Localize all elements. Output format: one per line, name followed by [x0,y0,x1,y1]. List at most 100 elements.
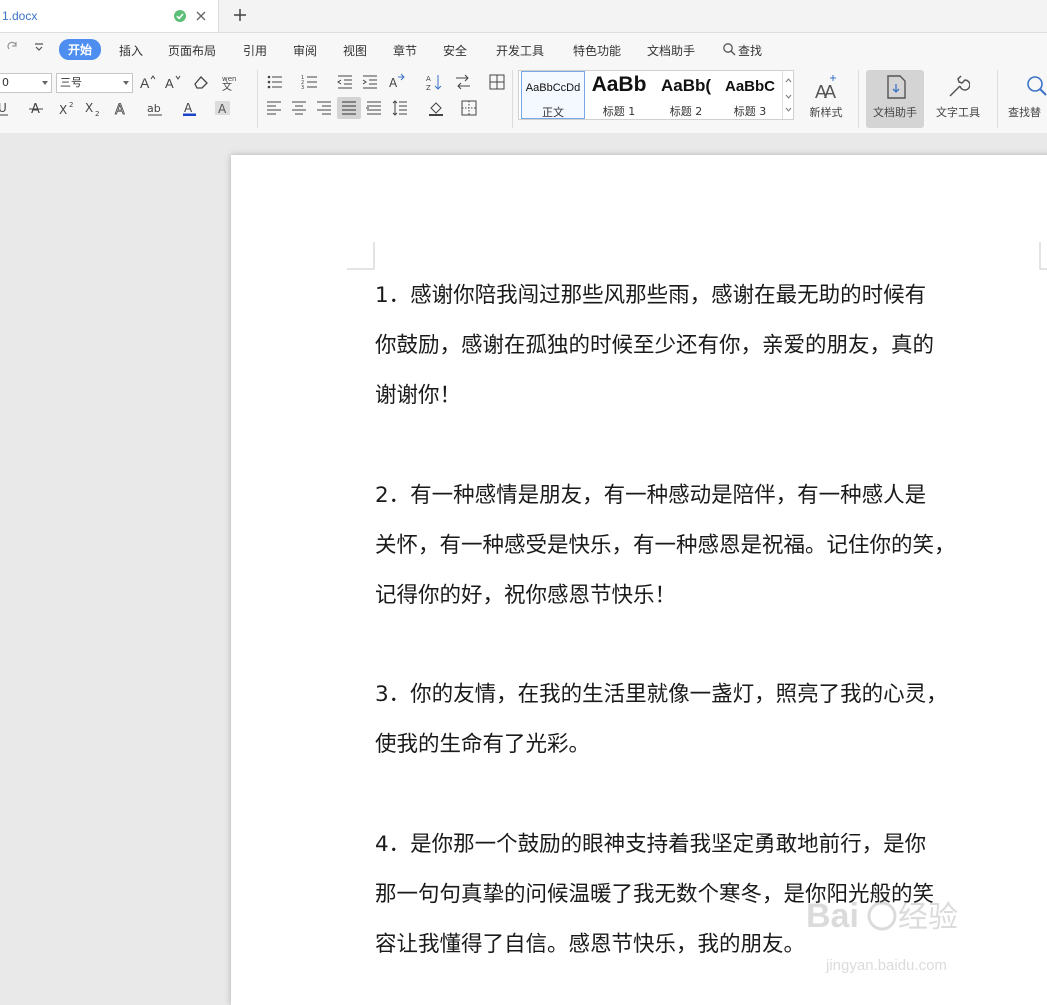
menu-chapter[interactable]: 章节 [393,42,417,59]
menu-find[interactable]: 查找 [738,42,762,59]
shading-fill-icon[interactable] [427,99,445,117]
align-left-icon[interactable] [265,99,283,117]
style-preview: AaBb [591,73,647,96]
text-effect-icon[interactable]: A [113,99,131,117]
style-preview: AaBb( [660,76,712,95]
document-tab[interactable]: 1.docx [0,0,219,32]
style-heading-2[interactable]: AaBb( 标题 2 [653,71,719,119]
svg-text:X: X [59,103,67,117]
style-heading-3[interactable]: AaBbC 标题 3 [719,71,781,119]
paragraph-3[interactable]: 3．你的友情，在我的生活里就像一盏灯，照亮了我的心灵， 使我的生命有了光彩。 [375,670,1047,770]
distributed-align-icon[interactable] [365,99,383,117]
find-replace-button[interactable]: 查找替 [1005,70,1047,128]
page-margin-corner-left [347,242,375,270]
saved-check-icon [174,10,186,22]
text-tools-button[interactable]: 文字工具 [927,70,989,128]
doc-assistant-button[interactable]: 文档助手 [866,70,924,128]
font-name-select[interactable]: 0 [0,73,52,93]
menu-page-layout[interactable]: 页面布局 [168,42,216,59]
style-heading-1[interactable]: AaBb 标题 1 [586,71,652,119]
paragraph-1[interactable]: 1．感谢你陪我闯过那些风那些雨，感谢在最无助的时候有 你鼓励，感谢在孤独的时候至… [375,271,1047,421]
decrease-font-size-icon[interactable]: A [164,73,182,91]
menu-review[interactable]: 审阅 [293,42,317,59]
paragraph-2[interactable]: 2．有一种感情是朋友，有一种感动是陪伴，有一种感人是 关怀，有一种感受是快乐，有… [375,471,1047,621]
font-name-value: 0 [2,76,9,89]
highlight-color-icon[interactable]: ab [146,99,164,117]
text-line: 关怀，有一种感受是快乐，有一种感恩是祝福。记住你的笑， [375,533,956,558]
style-preview: AaBbCcDd [525,82,581,94]
find-replace-icon [1027,76,1047,96]
increase-indent-icon[interactable] [361,73,379,91]
ribbon-separator [257,70,258,128]
text-line: 2．有一种感情是朋友，有一种感动是陪伴，有一种感人是 [375,483,927,508]
font-size-select[interactable]: 三号 [56,73,133,93]
text-direction-icon[interactable]: A [388,73,406,91]
subscript-icon[interactable]: X2 [84,99,102,117]
svg-text:U: U [0,101,7,115]
bullet-list-icon[interactable] [266,73,284,91]
underline-icon[interactable]: U [0,99,12,117]
menu-doc-assistant[interactable]: 文档助手 [647,42,695,59]
clear-format-eraser-icon[interactable] [192,73,210,91]
svg-text:Z: Z [426,84,431,91]
decrease-indent-icon[interactable] [336,73,354,91]
font-color-icon[interactable]: A [181,99,199,117]
ribbon-separator [858,70,859,128]
style-label: 标题 2 [669,105,703,118]
sort-icon[interactable]: AZ [425,73,443,91]
increase-font-size-icon[interactable]: A [139,73,157,91]
show-hide-marks-icon[interactable] [488,73,506,91]
style-preview: AaBbC [724,78,775,95]
svg-text:A: A [140,75,150,91]
align-right-icon[interactable] [315,99,333,117]
menu-insert[interactable]: 插入 [119,42,143,59]
text-line: 你鼓励，感谢在孤独的时候至少还有你，亲爱的朋友，真的 [375,333,935,358]
new-tab-plus-icon[interactable] [232,7,248,23]
wrench-icon [949,75,970,97]
svg-text:jingyan.baidu.com: jingyan.baidu.com [825,957,947,974]
align-center-icon[interactable] [290,99,308,117]
page-margin-corner-right [1039,242,1047,270]
menu-developer[interactable]: 开发工具 [496,42,544,59]
redo-icon[interactable] [6,40,20,54]
quick-access-dropdown-icon[interactable] [33,42,45,52]
borders-icon[interactable] [460,99,478,117]
document-tab-name: 1.docx [2,9,38,23]
style-label: 标题 3 [733,105,767,118]
menu-references[interactable]: 引用 [243,42,267,59]
styles-scroll[interactable] [782,71,794,119]
svg-text:A: A [824,82,836,101]
svg-text:Bai: Bai [806,897,859,935]
new-style-icon: AA [815,75,836,101]
align-justify-icon [342,101,356,115]
superscript-icon[interactable]: X2 [58,99,76,117]
new-style-button[interactable]: AA 新样式 [800,70,852,128]
menu-special-features[interactable]: 特色功能 [573,42,621,59]
menu-start[interactable]: 开始 [59,39,102,60]
style-label: 正文 [542,106,564,119]
phonetic-guide-icon[interactable]: wen文 [220,73,238,91]
style-normal[interactable]: AaBbCcDd 正文 [521,71,585,119]
menu-view[interactable]: 视图 [343,42,367,59]
baidu-jingyan-watermark: Bai 经验 jingyan.baidu.com [806,897,958,974]
menu-security[interactable]: 安全 [443,42,467,59]
justify-button[interactable] [337,97,361,119]
character-shading-icon[interactable]: A [214,99,232,117]
scroll-arrows-icon [785,78,792,112]
line-spacing-toggle-icon[interactable] [454,73,472,91]
svg-text:A: A [389,76,398,90]
search-icon[interactable] [722,42,736,56]
chevron-down-icon [123,81,129,85]
text-line: 使我的生命有了光彩。 [375,732,591,757]
text-line: 谢谢你！ [375,383,462,408]
svg-text:X: X [85,101,93,115]
svg-text:ab: ab [147,102,161,115]
close-tab-icon[interactable] [194,9,208,23]
svg-text:2: 2 [69,101,73,109]
line-spacing-icon[interactable] [391,99,409,117]
text-tools-label: 文字工具 [936,106,980,119]
doc-assistant-label: 文档助手 [873,106,917,119]
strikethrough-icon[interactable]: A [28,99,46,117]
numbered-list-icon[interactable]: 123 [301,73,319,91]
svg-text:3: 3 [301,85,304,91]
